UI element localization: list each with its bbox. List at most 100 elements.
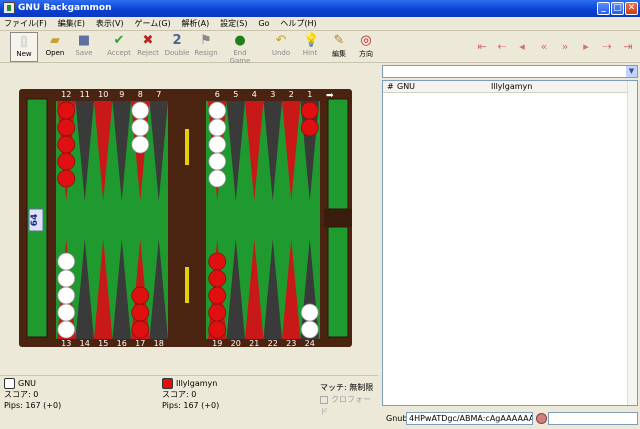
nav-next-move-icon[interactable]: »	[557, 40, 573, 54]
undo-button[interactable]: ↶ Undo	[267, 32, 295, 62]
col-player2[interactable]: Illylgamyn	[491, 81, 532, 92]
white-checker[interactable]	[57, 303, 76, 322]
white-checker[interactable]	[208, 169, 227, 188]
new-button[interactable]: ▯ New	[10, 32, 38, 62]
reject-button[interactable]: ✖ Reject	[134, 32, 162, 62]
player1-pips: 167 (+0)	[25, 401, 62, 410]
backgammon-board[interactable]: 64 12 11 10 9 8 7 6 5 4 3 2 113 14 15 16 17 18 19 20 21 22 23…	[0, 63, 378, 375]
menu-help[interactable]: ヘルプ(H)	[276, 17, 320, 31]
nav-last-game-icon[interactable]: ⇥	[620, 40, 636, 54]
chevron-down-icon[interactable]: ▼	[626, 66, 637, 77]
point-number: 8	[138, 90, 143, 99]
col-player1[interactable]: GNU	[397, 81, 415, 92]
accept-button[interactable]: ✔ Accept	[105, 32, 133, 62]
move-list-scrollbar[interactable]	[627, 81, 637, 405]
red-checker[interactable]	[57, 135, 76, 154]
red-checker[interactable]	[208, 286, 227, 305]
new-document-icon: ▯	[20, 34, 28, 49]
edit-button[interactable]: ✎ 編集	[325, 32, 353, 62]
red-checker[interactable]	[131, 320, 150, 339]
menu-game[interactable]: ゲーム(G)	[130, 17, 174, 31]
red-checker[interactable]	[208, 303, 227, 322]
hint-button[interactable]: 💡 Hint	[296, 32, 324, 62]
white-checker[interactable]	[208, 118, 227, 137]
red-checker[interactable]	[208, 252, 227, 271]
save-button[interactable]: ■ Save	[70, 32, 98, 62]
player2-score: 0	[191, 390, 197, 399]
red-checker[interactable]	[131, 303, 150, 322]
bar	[170, 89, 204, 347]
nav-first-game-icon[interactable]: ⇤	[474, 40, 490, 54]
resign-button[interactable]: ⚑ Resign	[192, 32, 220, 62]
nav-next-game-icon[interactable]: ⇢	[599, 40, 615, 54]
command-field[interactable]	[548, 412, 638, 425]
white-checker[interactable]	[131, 135, 150, 154]
white-checker[interactable]	[57, 269, 76, 288]
red-checker[interactable]	[57, 152, 76, 171]
menu-file[interactable]: ファイル(F)	[0, 17, 51, 31]
bar-marker-top	[185, 129, 189, 165]
white-checker[interactable]	[300, 303, 319, 322]
white-checker[interactable]	[57, 252, 76, 271]
white-checker[interactable]	[131, 101, 150, 120]
menu-view[interactable]: 表示(V)	[92, 17, 128, 31]
red-checker[interactable]	[57, 169, 76, 188]
nav-next-roll-icon[interactable]: ▸	[578, 40, 594, 54]
open-folder-icon: ▰	[50, 33, 60, 48]
analysis-combo[interactable]: ▼	[382, 65, 638, 78]
cross-icon: ✖	[142, 33, 154, 48]
white-checker[interactable]	[208, 101, 227, 120]
maximize-button[interactable]: □	[611, 2, 624, 15]
stop-icon[interactable]	[536, 413, 547, 424]
white-checker[interactable]	[208, 152, 227, 171]
point-number: 5	[233, 90, 238, 99]
red-checker[interactable]	[57, 118, 76, 137]
pencil-icon: ✎	[333, 33, 345, 48]
move-list[interactable]: # GNU Illylgamyn	[382, 80, 638, 406]
nav-prev-move-icon[interactable]: «	[536, 40, 552, 54]
white-checker[interactable]	[208, 135, 227, 154]
right-tray-bottom	[327, 226, 349, 338]
crawford-checkbox[interactable]	[320, 395, 328, 404]
app-icon	[3, 2, 15, 14]
point-number: 12	[61, 90, 71, 99]
white-checker[interactable]	[300, 320, 319, 339]
white-checker[interactable]	[57, 286, 76, 305]
gnubg-id-field[interactable]: 4HPwATDgc/ABMA:cAgAAAAAAAAA	[406, 412, 533, 425]
menu-settings[interactable]: 設定(S)	[216, 17, 251, 31]
player2-pips: 167 (+0)	[183, 401, 220, 410]
player2-panel: Illylgamyn スコア: 0 Pips: 167 (+0)	[162, 378, 220, 410]
player2-chip	[162, 378, 173, 389]
red-checker[interactable]	[208, 269, 227, 288]
double-button[interactable]: 2 Double	[163, 32, 191, 62]
point-number: 7	[156, 90, 161, 99]
minimize-button[interactable]: _	[597, 2, 610, 15]
point-number: 4	[252, 90, 257, 99]
red-checker[interactable]	[208, 320, 227, 339]
red-checker[interactable]	[57, 101, 76, 120]
open-button[interactable]: ▰ Open	[41, 32, 69, 62]
white-checker[interactable]	[131, 118, 150, 137]
point-number: 10	[98, 90, 108, 99]
point-number: 11	[80, 90, 90, 99]
menu-bar: ファイル(F) 編集(E) 表示(V) ゲーム(G) 解析(A) 設定(S) G…	[0, 17, 640, 31]
check-icon: ✔	[113, 33, 125, 48]
player1-name: GNU	[18, 379, 37, 388]
col-number[interactable]: #	[387, 81, 394, 92]
red-checker[interactable]	[131, 286, 150, 305]
direction-button[interactable]: ◎ 方向	[352, 32, 380, 62]
lightbulb-icon: 💡	[303, 33, 320, 48]
player2-name: Illylgamyn	[176, 379, 218, 388]
close-button[interactable]: ✕	[625, 2, 638, 15]
red-checker[interactable]	[300, 118, 319, 137]
red-checker[interactable]	[300, 101, 319, 120]
menu-analyse[interactable]: 解析(A)	[178, 17, 214, 31]
white-checker[interactable]	[57, 320, 76, 339]
end-game-button[interactable]: ● End Game	[223, 32, 257, 66]
menu-edit[interactable]: 編集(E)	[54, 17, 89, 31]
player1-score: 0	[33, 390, 39, 399]
nav-prev-game-icon[interactable]: ⇠	[494, 40, 510, 54]
nav-prev-roll-icon[interactable]: ◂	[514, 40, 530, 54]
point-number: 20	[231, 339, 241, 348]
menu-go[interactable]: Go	[254, 17, 273, 31]
